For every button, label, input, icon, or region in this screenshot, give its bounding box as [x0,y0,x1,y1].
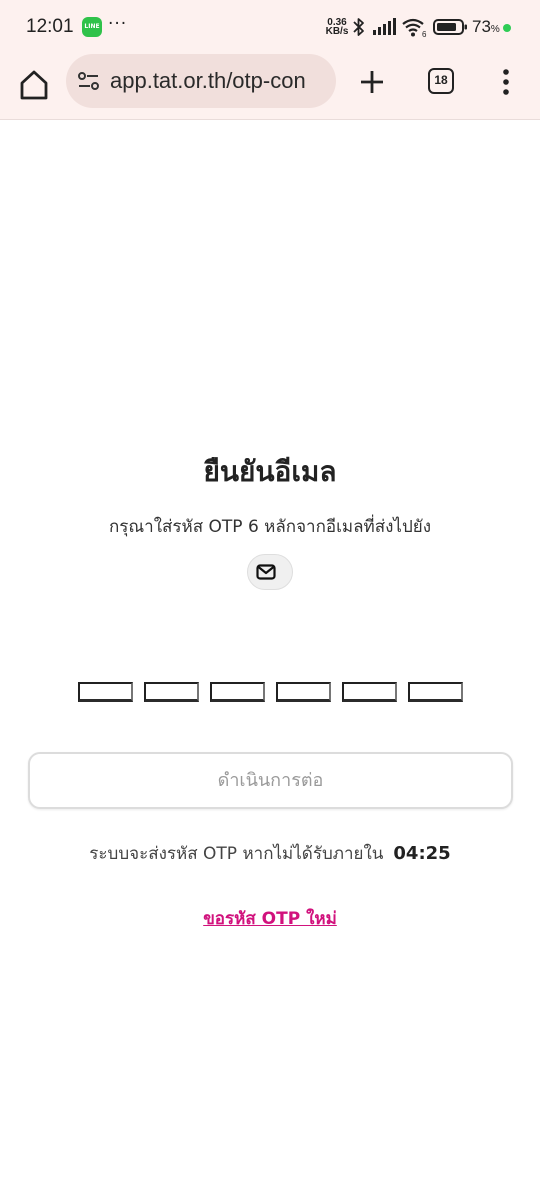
svg-text:6: 6 [422,30,427,39]
mail-icon [256,564,276,580]
url-text: app.tat.or.th/otp-con [110,68,306,93]
battery-percent: 73% [472,17,500,37]
signal-icon [373,18,396,35]
otp-digit-1[interactable] [78,682,133,702]
tab-switcher-button[interactable]: 18 [428,68,454,94]
resend-otp-link[interactable]: ขอรหัส OTP ใหม่ [0,905,540,932]
wifi-icon: 6 [402,18,427,39]
otp-digit-6[interactable] [408,682,463,702]
site-settings-icon[interactable] [76,69,102,93]
otp-instruction: กรุณาใส่รหัส OTP 6 หลักจากอีเมลที่ส่งไปย… [108,517,432,537]
otp-digit-3[interactable] [210,682,265,702]
otp-digit-2[interactable] [144,682,199,702]
network-speed: 0.36 KB/s [325,18,349,37]
address-bar[interactable]: app.tat.or.th/otp-con [66,54,336,108]
battery-value: 73 [472,17,491,36]
otp-input-group [78,682,463,702]
home-icon[interactable] [14,65,54,105]
line-app-icon: LINE [82,17,102,37]
more-menu-icon[interactable] [496,66,516,98]
browser-toolbar: app.tat.or.th/otp-con 18 [0,54,540,120]
otp-digit-5[interactable] [342,682,397,702]
new-tab-icon[interactable] [356,66,388,98]
battery-unit: % [490,24,500,35]
network-speed-unit: KB/s [325,26,349,37]
status-bar: 12:01 LINE ··· 0.36 KB/s 6 73% [0,0,540,54]
privacy-indicator-dot [503,24,511,32]
page-title: ยืนยันอีเมล [203,455,337,488]
continue-button[interactable]: ดำเนินการต่อ [28,752,513,809]
status-time: 12:01 [26,16,74,37]
email-chip [247,554,293,590]
resend-info-text: ระบบจะส่งรหัส OTP หากไม่ได้รับภายใน [89,844,384,864]
more-notifications-icon: ··· [108,14,128,34]
bluetooth-icon [353,18,364,36]
battery-icon [433,19,467,35]
resend-countdown: ระบบจะส่งรหัส OTP หากไม่ได้รับภายใน 04:25 [0,840,540,867]
countdown-timer: 04:25 [393,843,451,864]
otp-digit-4[interactable] [276,682,331,702]
